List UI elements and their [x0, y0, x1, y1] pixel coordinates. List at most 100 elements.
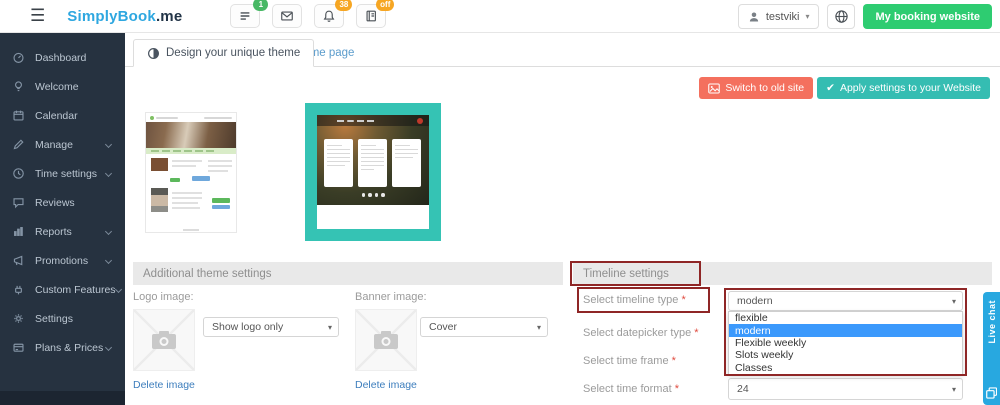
main-content: Design your unique theme Home page Switc…: [125, 33, 1000, 405]
logo-image-label: Logo image:: [133, 291, 194, 303]
chevron-down-icon: [105, 170, 112, 177]
preview-logo: [417, 118, 423, 124]
preview-page: [317, 115, 429, 229]
subscription-badge: off: [376, 0, 394, 11]
sidebar-item-promotions[interactable]: Promotions: [0, 246, 125, 275]
preview-body: [146, 154, 236, 226]
required-asterisk: *: [675, 383, 679, 395]
banner-display-select[interactable]: Cover ▾: [420, 317, 548, 337]
notebook-icon: [364, 9, 378, 23]
camera-icon: [373, 330, 399, 350]
credit-card-icon: [12, 341, 25, 354]
check-icon: ✔: [826, 82, 835, 94]
chevron-down-icon: ▾: [952, 385, 956, 394]
sidebar-item-reports[interactable]: Reports: [0, 217, 125, 246]
bar-chart-icon: [12, 225, 25, 238]
bookings-button[interactable]: 1: [230, 4, 260, 28]
comments-icon: [12, 196, 25, 209]
option-flexible[interactable]: flexible: [729, 312, 962, 324]
logo-text-secondary: .me: [156, 8, 182, 25]
sidebar-item-time-settings[interactable]: Time settings: [0, 159, 125, 188]
sidebar-item-dashboard[interactable]: Dashboard: [0, 43, 125, 72]
action-buttons: Switch to old site ✔ Apply settings to y…: [699, 77, 990, 99]
option-classes[interactable]: Classes: [729, 362, 962, 374]
delete-banner-image-link[interactable]: Delete image: [355, 379, 417, 391]
bell-icon: [322, 9, 336, 23]
tab-design-theme[interactable]: Design your unique theme: [133, 39, 314, 67]
theme-card: [324, 139, 353, 187]
bookings-badge: 1: [253, 0, 268, 11]
camera-icon: [151, 330, 177, 350]
required-asterisk: *: [694, 327, 698, 339]
topbar-right-group: testviki ▾ My booking website: [738, 4, 992, 29]
datepicker-type-label: Select datepicker type *: [583, 327, 699, 339]
additional-theme-settings-header: Additional theme settings: [133, 262, 563, 285]
chevron-down-icon: ▾: [952, 297, 956, 306]
sidebar-item-plans-prices[interactable]: Plans & Prices: [0, 333, 125, 362]
app-logo[interactable]: SimplyBook.me: [67, 8, 182, 25]
option-modern-selected[interactable]: modern: [729, 324, 962, 336]
time-format-label: Select time format *: [583, 383, 679, 395]
timeline-type-label: Select timeline type *: [583, 294, 686, 306]
chevron-down-icon: [105, 228, 112, 235]
user-icon: [748, 11, 760, 23]
chevron-down-icon: ▾: [328, 323, 332, 332]
messages-button[interactable]: [272, 4, 302, 28]
menu-icon[interactable]: ☰: [30, 6, 45, 26]
chevron-down-icon: [105, 257, 112, 264]
topbar: ☰ SimplyBook.me 1 38 off testviki ▾ My b…: [0, 0, 1000, 33]
banner-image-label: Banner image:: [355, 291, 427, 303]
live-chat-tab[interactable]: Live chat: [983, 292, 1000, 405]
option-flexible-weekly[interactable]: Flexible weekly: [729, 337, 962, 349]
theme-thumbnail-modern-selected[interactable]: [305, 103, 441, 241]
plug-icon: [12, 283, 25, 296]
lightbulb-icon: [12, 80, 25, 93]
booking-list-icon: [238, 9, 252, 23]
pencil-icon: [12, 138, 25, 151]
timeline-type-select[interactable]: modern ▾: [728, 291, 963, 311]
option-slots-weekly[interactable]: Slots weekly: [729, 349, 962, 361]
sidebar-item-calendar[interactable]: Calendar: [0, 101, 125, 130]
required-asterisk: *: [681, 294, 685, 306]
sidebar-item-welcome[interactable]: Welcome: [0, 72, 125, 101]
preview-hero-image: [146, 122, 236, 148]
delete-logo-image-link[interactable]: Delete image: [133, 379, 195, 391]
notifications-badge: 38: [335, 0, 352, 11]
apply-settings-button[interactable]: ✔ Apply settings to your Website: [817, 77, 990, 99]
my-booking-website-button[interactable]: My booking website: [863, 4, 992, 29]
megaphone-icon: [12, 254, 25, 267]
sidebar-item-settings[interactable]: Settings: [0, 304, 125, 333]
clock-icon: [12, 167, 25, 180]
theme-thumbnail-classic[interactable]: [145, 112, 237, 233]
chevron-down-icon: [114, 286, 121, 293]
logo-text-primary: SimplyBook: [67, 8, 156, 25]
theme-card: [392, 139, 421, 187]
banner-image-placeholder[interactable]: [355, 309, 417, 371]
dashboard-icon: [12, 51, 25, 64]
user-menu[interactable]: testviki ▾: [738, 4, 820, 29]
preview-pagination-dots: [317, 193, 429, 197]
preview-header: [146, 113, 236, 122]
chevron-down-icon: ▾: [537, 323, 541, 332]
notifications-button[interactable]: 38: [314, 4, 344, 28]
gear-icon: [12, 312, 25, 325]
switch-to-old-site-button[interactable]: Switch to old site: [699, 77, 813, 99]
mail-icon: [280, 9, 294, 23]
time-format-select[interactable]: 24 ▾: [728, 378, 963, 400]
chevron-down-icon: [105, 344, 112, 351]
sidebar-item-reviews[interactable]: Reviews: [0, 188, 125, 217]
sidebar-item-custom-features[interactable]: Custom Features: [0, 275, 125, 304]
live-chat-label: Live chat: [987, 300, 997, 344]
logo-display-select[interactable]: Show logo only ▾: [203, 317, 339, 337]
timeline-type-options: flexible modern Flexible weekly Slots we…: [728, 311, 963, 375]
sidebar-item-manage[interactable]: Manage: [0, 130, 125, 159]
subscription-button[interactable]: off: [356, 4, 386, 28]
language-button[interactable]: [827, 4, 855, 29]
preview-footer: [146, 226, 236, 233]
adjust-icon: [147, 47, 160, 60]
calendar-icon: [12, 109, 25, 122]
logo-image-placeholder[interactable]: [133, 309, 195, 371]
topbar-icon-group: 1 38 off: [230, 4, 386, 28]
preview-navbar: [317, 115, 429, 126]
sidebar: Dashboard Welcome Calendar Manage Time s…: [0, 33, 125, 405]
